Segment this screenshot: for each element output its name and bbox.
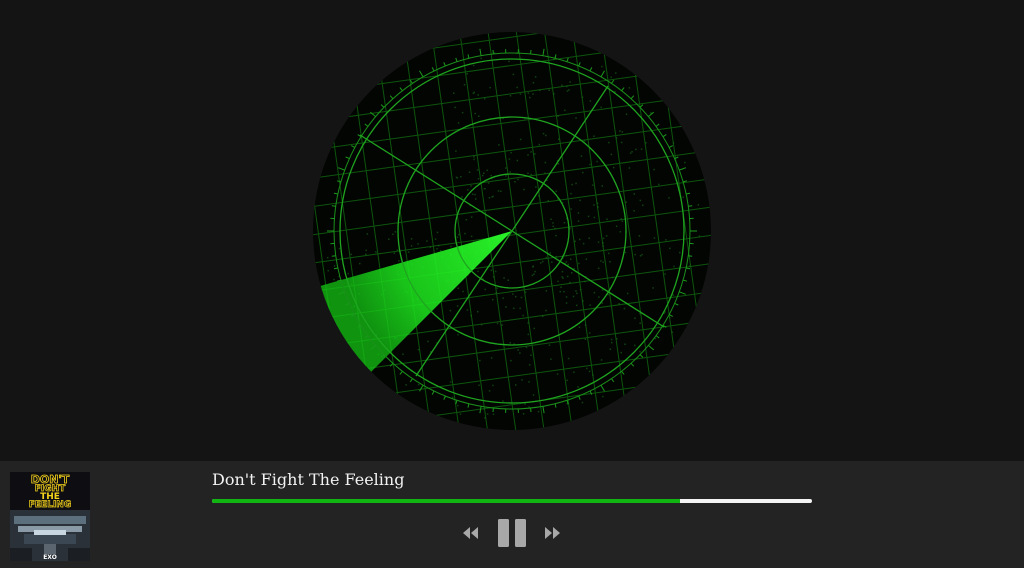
album-art-artist: EXO bbox=[43, 554, 57, 561]
pause-button[interactable] bbox=[496, 517, 528, 549]
rewind-icon bbox=[463, 527, 478, 539]
radar-display bbox=[313, 32, 711, 430]
progress-bar[interactable] bbox=[212, 499, 812, 503]
album-art-image: DON'T FIGHT THE FEELING EXO bbox=[10, 472, 90, 561]
fast-forward-icon bbox=[545, 527, 560, 539]
previous-button[interactable] bbox=[461, 523, 481, 543]
album-art: DON'T FIGHT THE FEELING EXO bbox=[10, 472, 90, 561]
album-art-line4: FEELING bbox=[29, 500, 71, 510]
progress-fill bbox=[212, 499, 680, 503]
track-title: Don't Fight The Feeling bbox=[212, 470, 405, 489]
player-bar: DON'T FIGHT THE FEELING EXO Don't Fight … bbox=[0, 461, 1024, 568]
pause-icon bbox=[498, 519, 526, 547]
radar-visualizer bbox=[0, 0, 1024, 461]
next-button[interactable] bbox=[542, 523, 562, 543]
